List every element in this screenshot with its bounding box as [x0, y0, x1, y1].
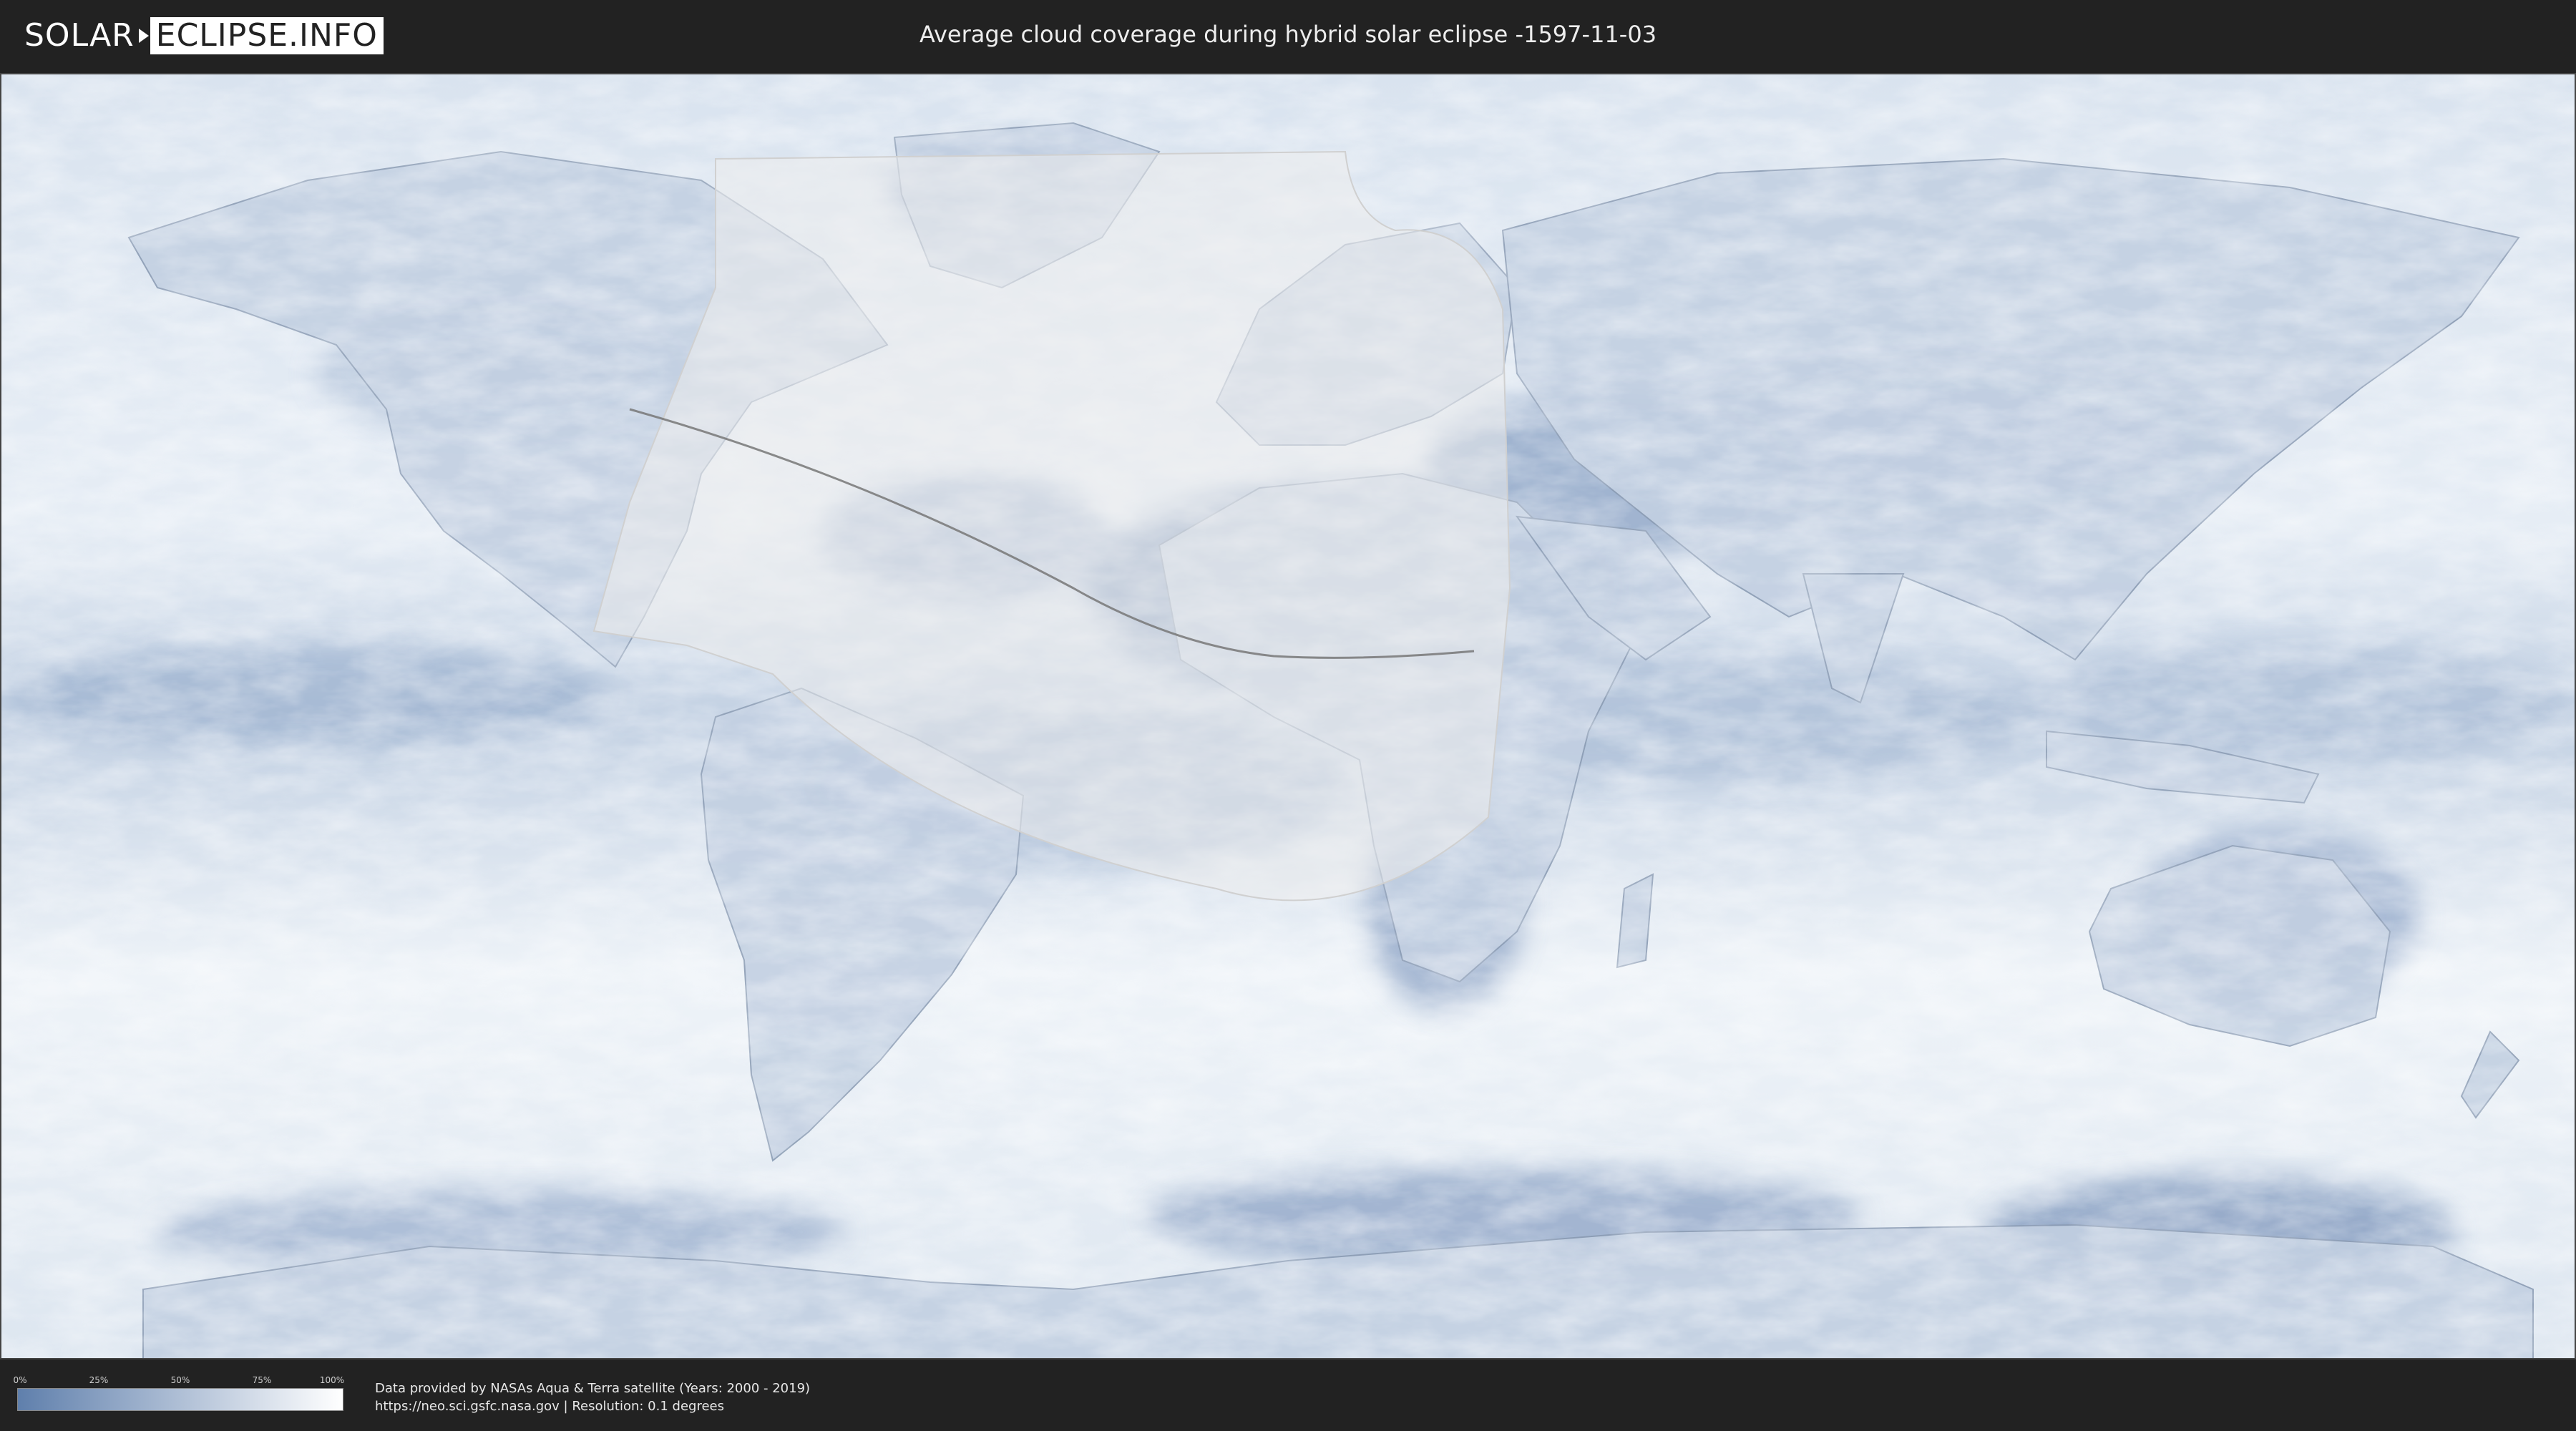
- legend-tick: 100%: [319, 1375, 345, 1385]
- header-bar: SOLAR ECLIPSE.INFO Average cloud coverag…: [0, 0, 2576, 73]
- map-svg: [0, 73, 2576, 1359]
- page: SOLAR ECLIPSE.INFO Average cloud coverag…: [0, 0, 2576, 1431]
- data-credits: Data provided by NASAs Aqua & Terra sate…: [375, 1379, 810, 1415]
- cloud-coverage-map[interactable]: [0, 73, 2576, 1359]
- legend-tick: 25%: [89, 1375, 109, 1385]
- legend-tick: 50%: [170, 1375, 190, 1385]
- legend-gradient-bar: [17, 1388, 343, 1411]
- credit-line-source: Data provided by NASAs Aqua & Terra sate…: [375, 1381, 811, 1396]
- legend-tick: 75%: [252, 1375, 272, 1385]
- credit-line-url[interactable]: https://neo.sci.gsfc.nasa.gov | Resoluti…: [375, 1397, 810, 1415]
- legend-tick: 0%: [13, 1375, 27, 1385]
- cloud-coverage-legend: 0% 25% 50% 75% 100%: [13, 1375, 345, 1414]
- page-title: Average cloud coverage during hybrid sol…: [919, 21, 1657, 48]
- footer-bar: 0% 25% 50% 75% 100% Data provided by NAS…: [0, 1359, 2576, 1431]
